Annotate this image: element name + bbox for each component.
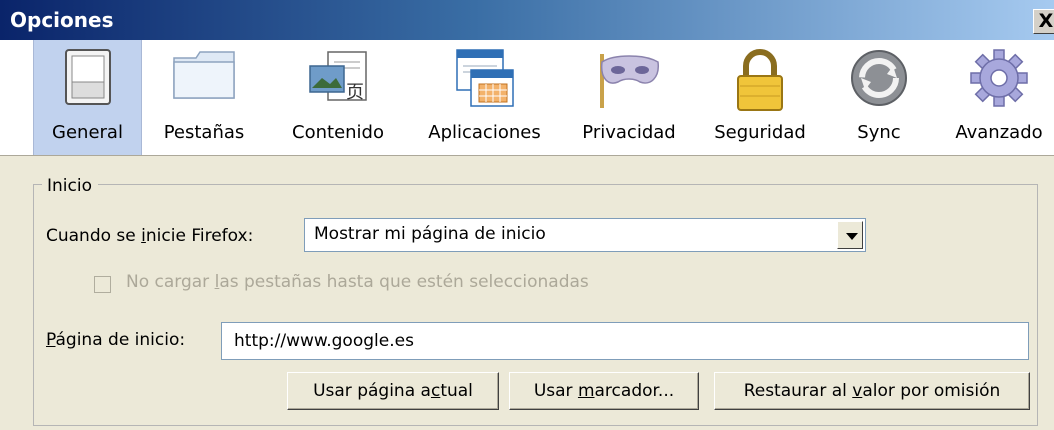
padlock-icon: [737, 49, 783, 111]
home-page-input[interactable]: http://www.google.es: [221, 322, 1029, 360]
use-current-page-button[interactable]: Usar página actual: [287, 372, 499, 410]
tab-sync[interactable]: Sync: [832, 40, 926, 155]
tab-general[interactable]: General: [33, 40, 142, 155]
tab-sync-label: Sync: [857, 122, 901, 143]
mask-icon: [600, 54, 659, 108]
startup-select[interactable]: Mostrar mi página de inicio: [304, 218, 866, 252]
tab-pestanas-label: Pestañas: [163, 122, 245, 143]
lazy-tabs-checkbox[interactable]: [94, 276, 111, 293]
switch-icon: [64, 49, 111, 105]
tab-aplicaciones[interactable]: Aplicaciones: [417, 40, 552, 155]
home-page-label: Página de inicio:: [46, 330, 186, 350]
window-title: Opciones: [10, 8, 114, 32]
tab-privacidad-label: Privacidad: [582, 122, 676, 143]
close-icon: X: [1038, 10, 1054, 32]
tab-privacidad[interactable]: Privacidad: [570, 40, 688, 155]
tab-general-label: General: [52, 122, 123, 143]
gear-icon: [970, 49, 1028, 107]
svg-text:页: 页: [346, 82, 364, 103]
tab-aplicaciones-label: Aplicaciones: [428, 122, 541, 143]
dropdown-arrow-icon[interactable]: [837, 221, 863, 249]
tab-seguridad-label: Seguridad: [714, 122, 806, 143]
startup-select-value: Mostrar mi página de inicio: [314, 224, 546, 244]
startup-legend: Inicio: [42, 176, 98, 196]
tab-avanzado-label: Avanzado: [955, 122, 1043, 143]
title-bar: Opciones X: [0, 0, 1054, 40]
tab-contenido[interactable]: 页 Contenido: [278, 40, 398, 155]
content-icon: 页: [309, 51, 367, 103]
lazy-tabs-label: No cargar las pestañas hasta que estén s…: [126, 272, 589, 292]
tab-avanzado[interactable]: Avanzado: [944, 40, 1054, 155]
home-page-value: http://www.google.es: [234, 331, 414, 351]
tab-seguridad[interactable]: Seguridad: [704, 40, 816, 155]
use-bookmark-button[interactable]: Usar marcador...: [509, 372, 699, 410]
preferences-toolbar: General Pestañas 页 Contenido Aplicacione…: [0, 40, 1054, 156]
sync-icon: [851, 50, 907, 106]
applications-icon: [455, 49, 514, 107]
startup-when-label: Cuando se inicie Firefox:: [46, 226, 254, 246]
folder-tabs-icon: [173, 51, 235, 99]
tab-pestanas[interactable]: Pestañas: [150, 40, 258, 155]
tab-contenido-label: Contenido: [292, 122, 384, 143]
close-button[interactable]: X: [1033, 9, 1054, 34]
restore-default-button[interactable]: Restaurar al valor por omisión: [714, 372, 1030, 410]
